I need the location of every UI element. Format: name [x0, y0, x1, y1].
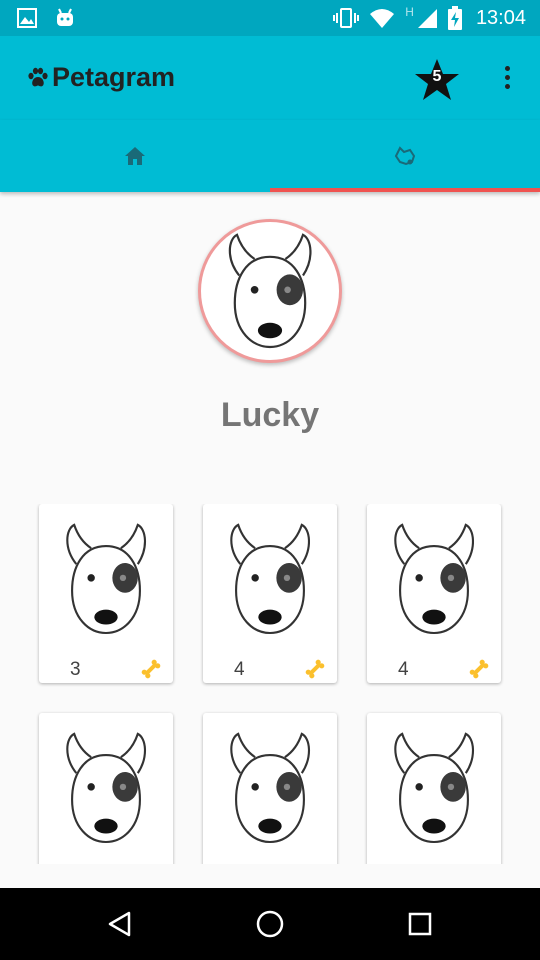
bone-like-indicator [139, 657, 163, 686]
home-circle-icon [256, 910, 284, 938]
vibrate-icon [333, 8, 360, 28]
like-count: 4 [398, 659, 409, 680]
dog-photo-image [66, 732, 147, 844]
dog-photo-image [66, 523, 147, 635]
nav-recents-button[interactable] [400, 904, 440, 944]
photo-image [381, 514, 487, 651]
tab-indicator [270, 188, 540, 192]
back-icon [108, 911, 131, 937]
status-bar: H 13:04 [0, 0, 540, 36]
tab-home[interactable] [0, 120, 270, 192]
recents-icon [408, 912, 432, 936]
pet-avatar[interactable] [198, 219, 342, 363]
android-icon [57, 8, 73, 26]
photo-image [53, 514, 159, 651]
photo-card[interactable]: 4 [203, 504, 337, 683]
app-title-group: Petagram [26, 62, 175, 93]
more-vert-icon [496, 66, 518, 89]
bone-icon [305, 659, 325, 679]
favorites-button[interactable]: 5 [414, 58, 460, 102]
photo-image [381, 723, 487, 860]
photo-image [53, 723, 159, 860]
home-icon [125, 147, 145, 165]
network-type-label: H [405, 5, 414, 19]
dog-icon [394, 146, 416, 166]
pet-name: Lucky [220, 396, 320, 434]
photo-grid: 3 4 4 [0, 504, 540, 864]
image-icon [17, 8, 37, 28]
bone-like-indicator [467, 657, 491, 686]
photo-image [217, 723, 323, 860]
photo-card[interactable]: 4 [367, 504, 501, 683]
photo-card[interactable] [39, 713, 173, 864]
overflow-menu-button[interactable] [496, 66, 518, 94]
status-time: 13:04 [475, 6, 526, 29]
like-count: 3 [70, 659, 81, 680]
signal-icon [417, 9, 437, 28]
system-nav-bar [0, 888, 540, 960]
wifi-icon [370, 9, 395, 28]
dog-photo-image [230, 523, 311, 635]
tab-profile[interactable] [270, 120, 540, 192]
favorites-count: 5 [432, 68, 442, 85]
dog-photo-image [394, 523, 475, 635]
dog-avatar-image [228, 233, 312, 349]
photo-card[interactable] [367, 713, 501, 864]
dog-photo-image [230, 732, 311, 844]
bone-like-indicator [303, 657, 327, 686]
bone-icon [469, 659, 489, 679]
photo-image [217, 514, 323, 651]
dog-photo-image [394, 732, 475, 844]
app-title: Petagram [52, 62, 176, 92]
like-count: 4 [234, 659, 245, 680]
nav-back-button[interactable] [100, 904, 140, 944]
nav-home-button[interactable] [250, 904, 290, 944]
tab-bar [0, 120, 540, 192]
photo-card[interactable] [203, 713, 337, 864]
battery-charging-icon [447, 6, 462, 30]
app-bar: Petagram 5 [0, 36, 540, 120]
paw-icon [28, 67, 48, 86]
photo-card[interactable]: 3 [39, 504, 173, 683]
bone-icon [141, 659, 161, 679]
